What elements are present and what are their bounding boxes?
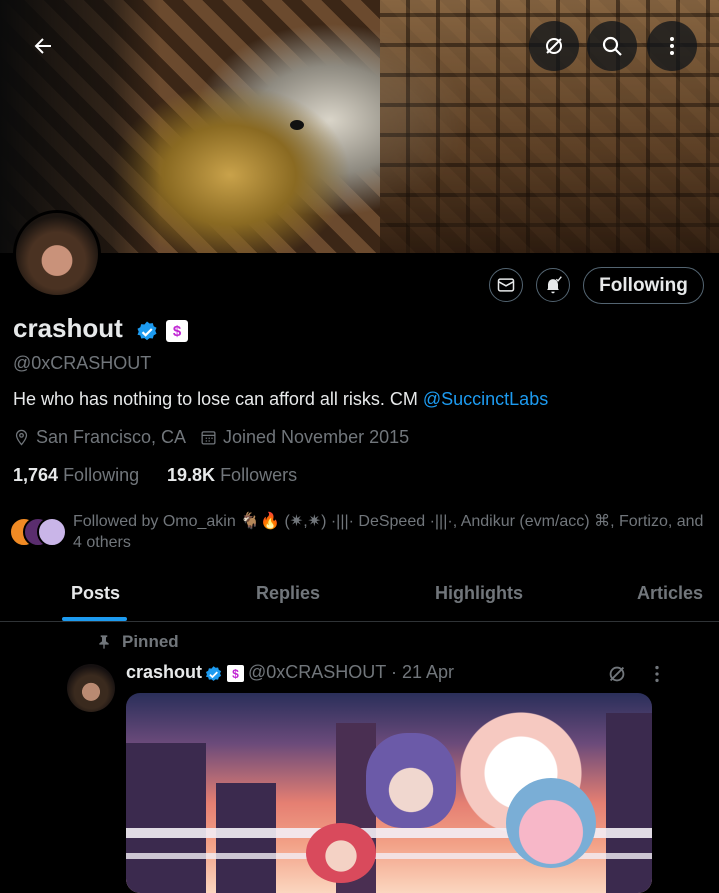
location-text: San Francisco, CA [36,427,187,447]
affiliate-badge[interactable]: $ [166,320,188,342]
city-building [606,713,652,893]
followers-count: 19.8K [167,465,216,485]
following-stat[interactable]: 1,764 Following [13,465,139,486]
location-pin-icon [15,429,28,446]
search-icon [602,36,622,56]
post-media-image[interactable] [126,693,652,893]
pinned-label: Pinned [122,632,179,651]
tab-articles[interactable]: Articles [637,583,703,604]
followers-stat[interactable]: 19.8K Followers [167,465,297,486]
profile-bio: He who has nothing to lose can afford al… [13,389,548,410]
cartoon-character [366,733,456,828]
notifications-button[interactable] [536,268,570,302]
message-button[interactable] [489,268,523,302]
grok-icon [546,38,562,54]
more-vertical-icon[interactable] [646,663,668,685]
following-button[interactable]: Following [583,267,704,304]
grok-button[interactable] [529,21,579,71]
bio-mention-link[interactable]: @SuccinctLabs [423,389,548,409]
pinned-indicator: Pinned [96,632,179,652]
cartoon-character [306,823,376,883]
tab-highlights[interactable]: Highlights [435,583,523,604]
more-vertical-icon [670,37,674,55]
follower-avatar [37,517,67,547]
bell-check-icon [547,276,562,294]
followers-label: Followers [220,465,298,485]
cartoon-character [506,778,596,868]
post-author-avatar[interactable] [67,664,115,712]
profile-location: San Francisco, CA [13,427,186,448]
profile-avatar[interactable] [13,210,101,298]
profile-name: crashout [13,313,123,343]
pin-icon [99,635,109,649]
post-affiliate-badge: $ [227,665,244,682]
back-button[interactable] [18,21,68,71]
bio-text: He who has nothing to lose can afford al… [13,389,423,409]
city-building [126,743,206,893]
tab-replies[interactable]: Replies [256,583,320,604]
post-author-handle-date[interactable]: @0xCRASHOUT · 21 Apr [248,662,454,683]
followed-by-avatars[interactable] [9,513,69,549]
city-building [216,783,276,893]
search-button[interactable] [587,21,637,71]
verified-badge-icon [205,666,222,681]
following-label: Following [63,465,140,485]
verified-badge-icon[interactable] [135,320,159,344]
profile-tabs: Posts Replies Highlights Articles [0,568,719,622]
post-author-name[interactable]: crashout [126,662,202,683]
profile-joined: Joined November 2015 [200,427,409,448]
following-count: 1,764 [13,465,59,485]
tab-posts[interactable]: Posts [71,583,120,604]
joined-text: Joined November 2015 [223,427,410,447]
mail-icon [497,278,515,292]
active-tab-indicator [62,617,127,621]
arrow-left-icon [34,38,51,54]
followed-by-text[interactable]: Followed by Omo_akin 🐐🔥 (✷,✷) ·|||· DeSp… [73,511,713,553]
calendar-icon [201,431,216,445]
more-button[interactable] [647,21,697,71]
banner-eagle-eye [290,120,304,130]
profile-handle: @0xCRASHOUT [13,353,152,373]
grok-icon[interactable] [606,663,628,685]
